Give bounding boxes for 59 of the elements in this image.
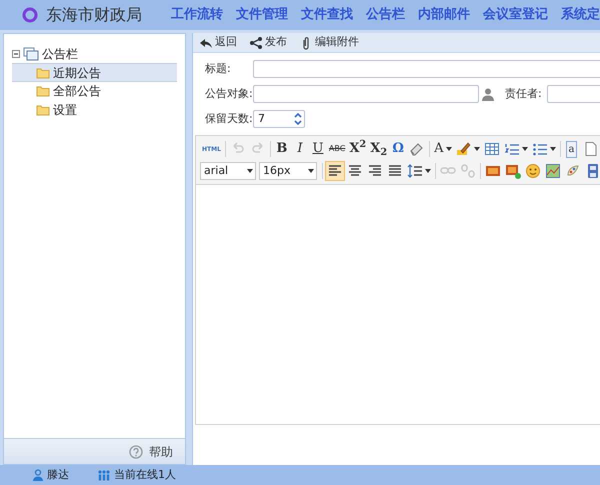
align-right-icon bbox=[367, 163, 383, 179]
unlink-icon bbox=[460, 163, 476, 179]
folder-icon bbox=[36, 85, 50, 97]
spinner-arrows-icon bbox=[292, 111, 304, 127]
field-label: 保留天数: bbox=[205, 110, 253, 127]
font-select[interactable]: arial bbox=[200, 162, 256, 180]
toolbar-button[interactable]: 编辑附件 bbox=[299, 34, 359, 51]
numbered-list-icon bbox=[504, 141, 520, 157]
title-field[interactable] bbox=[253, 60, 600, 78]
smiley-button[interactable] bbox=[523, 161, 543, 181]
share-icon bbox=[249, 36, 263, 50]
italic-button[interactable]: I bbox=[290, 139, 309, 159]
people-icon bbox=[97, 469, 111, 481]
superscript-button[interactable]: X$^{2}$ bbox=[347, 139, 368, 159]
toolbar-button[interactable]: 发布 bbox=[249, 34, 287, 51]
strikethrough-button[interactable]: ABC bbox=[326, 139, 348, 159]
align-left-button[interactable] bbox=[325, 161, 345, 181]
user-icon bbox=[32, 469, 44, 481]
field-label: 公告对象: bbox=[205, 86, 253, 102]
ring-logo-icon bbox=[22, 7, 38, 23]
help-link[interactable]: 帮助 bbox=[149, 442, 173, 460]
folder-icon bbox=[36, 66, 50, 78]
map-icon bbox=[545, 163, 561, 179]
app-title: 东海市财政局 bbox=[46, 4, 143, 26]
bullet-list-icon bbox=[532, 141, 548, 157]
font-select[interactable]: 16px bbox=[259, 162, 317, 180]
map-button[interactable] bbox=[543, 161, 563, 181]
collapse-icon[interactable] bbox=[12, 50, 20, 58]
person-icon[interactable] bbox=[481, 87, 495, 101]
font-color-button[interactable]: A bbox=[432, 139, 454, 159]
windows-icon bbox=[23, 46, 39, 60]
line-height-icon bbox=[407, 163, 423, 179]
toolbar-button[interactable]: 返回 bbox=[199, 34, 237, 51]
field-label: 标题: bbox=[205, 60, 232, 77]
field-label: 责任者: bbox=[505, 86, 543, 102]
tree-item[interactable]: 全部公告 bbox=[12, 82, 177, 101]
number-spinner[interactable]: 7 bbox=[253, 110, 305, 128]
smiley-icon bbox=[525, 163, 541, 179]
highlighter-icon bbox=[456, 141, 472, 157]
align-center-icon bbox=[347, 163, 363, 179]
tree-item[interactable]: 设置 bbox=[12, 101, 177, 120]
help-icon bbox=[129, 444, 143, 458]
bold-button[interactable]: B bbox=[272, 139, 291, 159]
online-count: 当前在线1人 bbox=[114, 466, 176, 483]
align-left-icon bbox=[327, 163, 343, 179]
tree-node-label[interactable]: 公告栏 bbox=[42, 44, 78, 62]
image-icon bbox=[485, 163, 501, 179]
table-icon bbox=[484, 141, 500, 157]
underline-button[interactable]: U bbox=[308, 139, 327, 159]
eraser-icon bbox=[409, 141, 426, 157]
tree-item[interactable]: 近期公告 bbox=[12, 63, 177, 82]
justify-icon bbox=[387, 163, 403, 179]
user-name: 滕达 bbox=[47, 466, 69, 483]
audience-field[interactable] bbox=[253, 85, 479, 103]
folder-icon bbox=[36, 104, 50, 116]
page-icon bbox=[582, 141, 598, 157]
special-character-button[interactable]: Ω bbox=[389, 139, 408, 159]
image-add-icon bbox=[505, 163, 521, 179]
subscript-button[interactable]: X$_{2}$ bbox=[368, 139, 390, 159]
